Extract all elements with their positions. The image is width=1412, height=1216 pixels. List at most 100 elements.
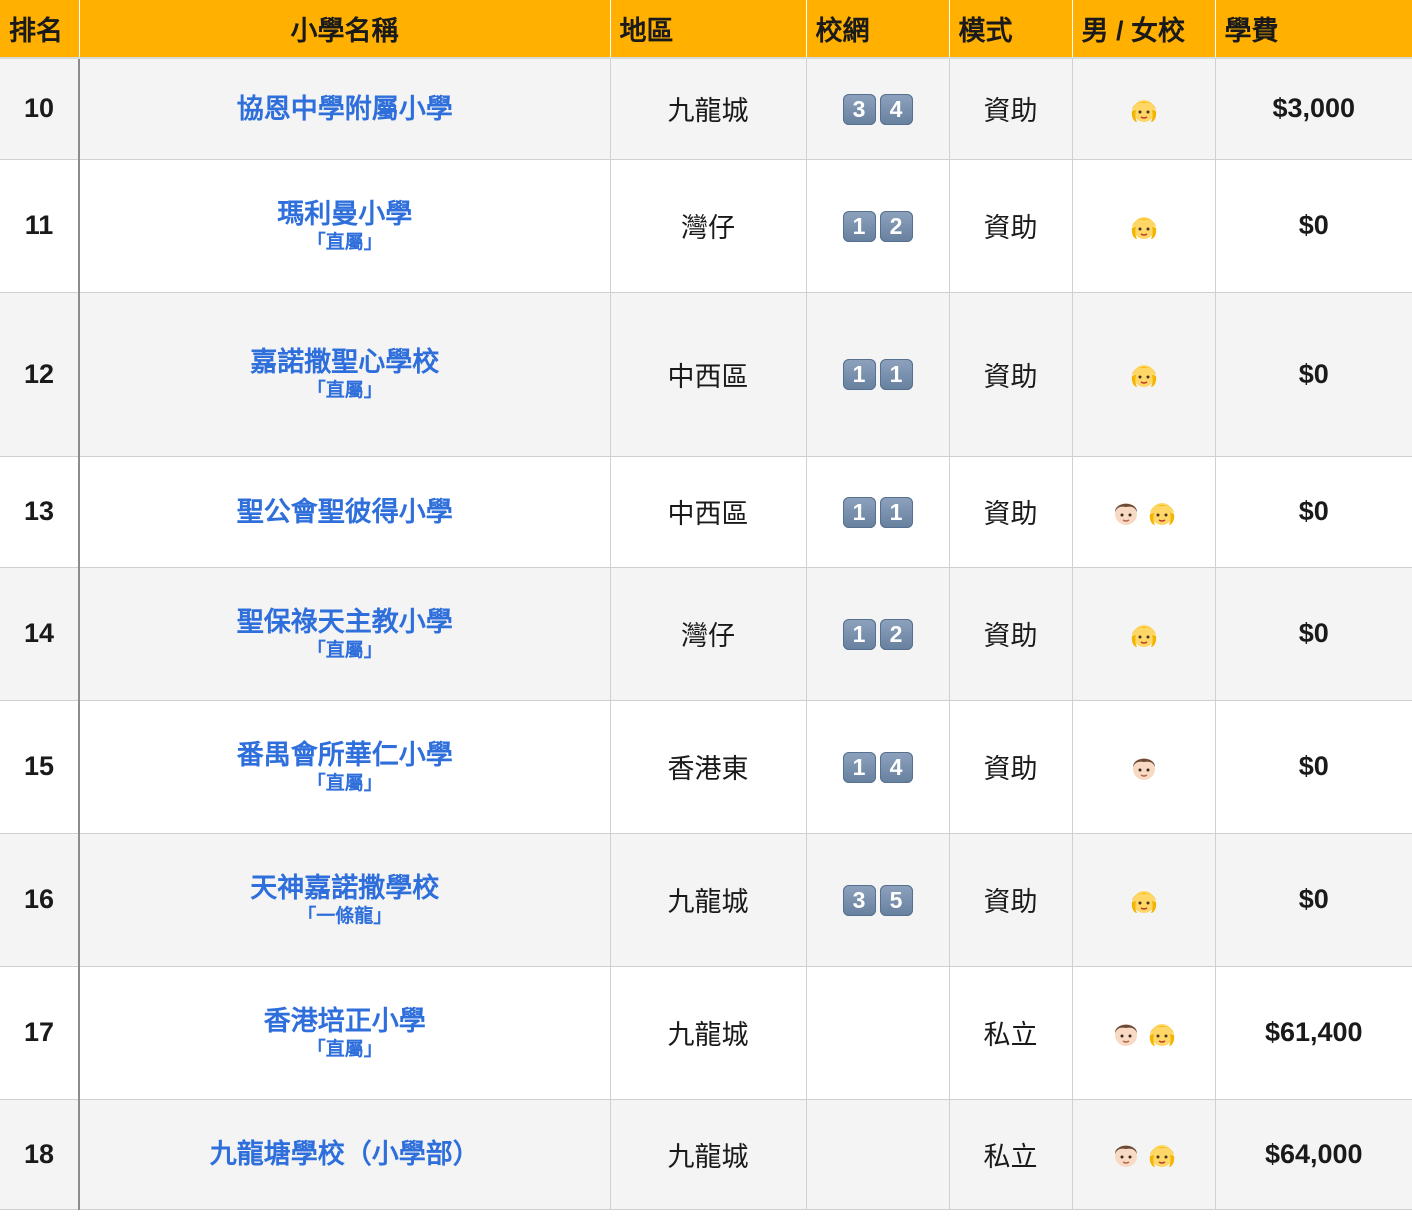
school-net-cell: 12 [806,159,950,293]
rank-cell: 13 [0,456,80,568]
table-row[interactable]: 15 番禺會所華仁小學 「直屬」 香港東 1 4 資助 $0 [0,700,1412,834]
keycap-digit-icon: 1 [842,751,876,783]
district-cell: 灣仔 [610,567,807,701]
header-gender[interactable]: 男 / 女校 [1072,0,1216,59]
school-name-cell: 瑪利曼小學 「直屬」 [79,159,611,293]
girl-face-icon [1128,358,1160,390]
school-name-cell: 聖保祿天主教小學 「直屬」 [79,567,611,701]
school-name-link[interactable]: 九龍塘學校（小學部） [80,1137,610,1171]
school-name-link[interactable]: 香港培正小學 [80,1004,610,1038]
girl-face-icon [1146,496,1178,528]
table-row[interactable]: 18 九龍塘學校（小學部） 九龍城 私立 $64,000 [0,1099,1412,1210]
district-cell: 九龍城 [610,58,807,160]
school-name-cell: 天神嘉諾撒學校 「一條龍」 [79,833,611,967]
table-row[interactable]: 10 協恩中學附屬小學 九龍城 3 4 資助 $3,000 [0,58,1412,160]
school-name-cell: 番禺會所華仁小學 「直屬」 [79,700,611,834]
gender-cell [1072,833,1216,967]
school-name-cell: 協恩中學附屬小學 [79,58,611,160]
keycap-digit-icon: 2 [879,618,913,650]
gender-cell [1072,456,1216,568]
keycap-digit-icon: 1 [842,496,876,528]
keycap-digit-icon: 1 [842,210,876,242]
mode-cell: 私立 [949,966,1073,1100]
table-row[interactable]: 12 嘉諾撒聖心學校 「直屬」 中西區 1 1 資助 $0 [0,292,1412,457]
rank-cell: 14 [0,567,80,701]
header-row: 排名 小學名稱 地區 校網 模式 男 / 女校 學費 [0,0,1412,59]
girl-face-icon [1146,1017,1178,1049]
fee-cell: $64,000 [1215,1099,1412,1210]
girl-face-icon [1128,210,1160,242]
keycap-digit-icon: 4 [879,93,913,125]
fee-cell: $61,400 [1215,966,1412,1100]
boy-face-icon [1110,496,1142,528]
school-name-cell: 嘉諾撒聖心學校 「直屬」 [79,292,611,457]
district-cell: 中西區 [610,292,807,457]
school-name-link[interactable]: 聖保祿天主教小學 [80,605,610,639]
header-school-net[interactable]: 校網 [806,0,950,59]
table-row[interactable]: 16 天神嘉諾撒學校 「一條龍」 九龍城 3 5 資助 $0 [0,833,1412,967]
school-name-link[interactable]: 協恩中學附屬小學 [80,92,610,126]
school-name-link[interactable]: 番禺會所華仁小學 [80,738,610,772]
mode-cell: 資助 [949,456,1073,568]
mode-cell: 資助 [949,292,1073,457]
school-name-link[interactable]: 嘉諾撒聖心學校 [80,345,610,379]
table-row[interactable]: 14 聖保祿天主教小學 「直屬」 灣仔 1 2 資助 $0 [0,567,1412,701]
fee-cell: $0 [1215,833,1412,967]
school-name-link[interactable]: 天神嘉諾撒學校 [80,871,610,905]
header-fee[interactable]: 學費 [1215,0,1412,59]
school-net-cell: 11 [806,292,950,457]
mode-cell: 資助 [949,159,1073,293]
fee-cell: $0 [1215,456,1412,568]
gender-cell [1072,1099,1216,1210]
school-name-cell: 九龍塘學校（小學部） [79,1099,611,1210]
school-name-link[interactable]: 聖公會聖彼得小學 [80,495,610,529]
table-body: 10 協恩中學附屬小學 九龍城 3 4 資助 $3,000 11 瑪利曼小學 「直屬」 灣仔 1 2 資助… [0,58,1412,1210]
school-tag: 「直屬」 [306,231,383,253]
table-row[interactable]: 11 瑪利曼小學 「直屬」 灣仔 1 2 資助 $0 [0,159,1412,293]
mode-cell: 私立 [949,1099,1073,1210]
keycap-digit-icon: 5 [879,884,913,916]
district-cell: 九龍城 [610,1099,807,1210]
boy-face-icon [1110,1138,1142,1170]
school-net-cell: 35 [806,833,950,967]
school-net-cell: 11 [806,456,950,568]
school-tag: 「直屬」 [306,639,383,661]
header-rank[interactable]: 排名 [0,0,80,59]
keycap-digit-icon: 1 [842,618,876,650]
school-net-cell: 12 [806,567,950,701]
rank-cell: 11 [0,159,80,293]
header-mode[interactable]: 模式 [949,0,1073,59]
gender-cell [1072,567,1216,701]
rank-cell: 17 [0,966,80,1100]
mode-cell: 資助 [949,700,1073,834]
school-net-cell: 34 [806,58,950,160]
boy-face-icon [1128,751,1160,783]
school-tag: 「直屬」 [306,380,383,401]
header-school-name[interactable]: 小學名稱 [79,0,611,59]
school-name-cell: 香港培正小學 「直屬」 [79,966,611,1100]
girl-face-icon [1128,618,1160,650]
gender-cell [1072,700,1216,834]
school-net-cell [806,1099,950,1210]
school-net-cell: 14 [806,700,950,834]
school-name-link[interactable]: 瑪利曼小學 [80,197,610,231]
district-cell: 灣仔 [610,159,807,293]
fee-cell: $3,000 [1215,58,1412,160]
school-ranking-sheet: 排名 小學名稱 地區 校網 模式 男 / 女校 學費 10 協恩中學附屬小學 九龍城… [0,0,1412,1216]
mode-cell: 資助 [949,833,1073,967]
district-cell: 九龍城 [610,966,807,1100]
rank-cell: 16 [0,833,80,967]
keycap-digit-icon: 3 [842,884,876,916]
header-district[interactable]: 地區 [610,0,807,59]
school-tag: 「直屬」 [306,1038,383,1060]
school-tag: 「一條龍」 [297,905,393,927]
fee-cell: $0 [1215,292,1412,457]
table-row[interactable]: 17 香港培正小學 「直屬」 九龍城 私立 $61,400 [0,966,1412,1100]
table-row[interactable]: 13 聖公會聖彼得小學 中西區 1 1 資助 $0 [0,456,1412,568]
rank-cell: 15 [0,700,80,834]
keycap-digit-icon: 1 [842,359,876,391]
keycap-digit-icon: 4 [879,751,913,783]
girl-face-icon [1146,1138,1178,1170]
rank-cell: 10 [0,58,80,160]
fee-cell: $0 [1215,700,1412,834]
